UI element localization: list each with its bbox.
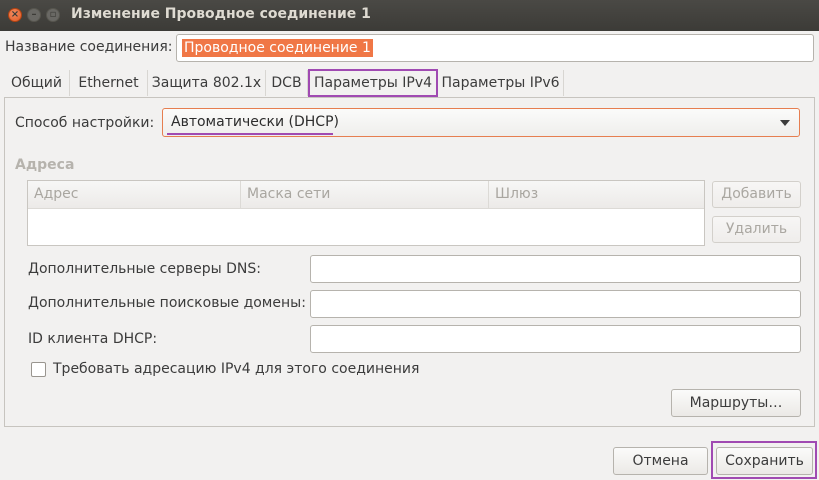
column-header-gateway[interactable]: Шлюз	[489, 181, 704, 208]
tab-ipv6-settings[interactable]: Параметры IPv6	[438, 70, 564, 96]
minimize-icon: –	[31, 9, 37, 20]
dhcp-client-id-input[interactable]	[310, 325, 801, 353]
close-window-button[interactable]: ×	[8, 8, 22, 22]
column-header-address[interactable]: Адрес	[28, 181, 241, 208]
addresses-table[interactable]: Адрес Маска сети Шлюз	[27, 180, 705, 246]
chevron-down-icon	[780, 120, 790, 126]
method-label: Способ настройки:	[15, 115, 155, 131]
addresses-table-header: Адрес Маска сети Шлюз	[28, 181, 704, 209]
addresses-section-title: Адреса	[15, 157, 75, 173]
connection-name-selected-text: Проводное соединение 1	[182, 39, 373, 57]
dns-servers-input[interactable]	[310, 255, 801, 283]
title-bar: × – ▫ Изменение Проводное соединение 1	[0, 0, 819, 31]
close-icon: ×	[10, 9, 20, 20]
dhcp-client-id-label: ID клиента DHCP:	[28, 331, 158, 347]
minimize-window-button[interactable]: –	[27, 8, 41, 22]
connection-name-label: Название соединения:	[5, 39, 173, 55]
search-domains-label: Дополнительные поисковые домены:	[28, 295, 306, 311]
delete-address-button[interactable]: Удалить	[712, 216, 801, 243]
tab-security-8021x[interactable]: Защита 802.1x	[148, 70, 266, 96]
maximize-icon: ▫	[49, 9, 57, 20]
save-button-highlight	[711, 441, 817, 479]
connection-name-input[interactable]: Проводное соединение 1	[176, 34, 814, 62]
add-address-button[interactable]: Добавить	[712, 181, 801, 208]
search-domains-input[interactable]	[310, 290, 801, 318]
method-value-underline	[167, 133, 333, 135]
routes-button[interactable]: Маршруты…	[671, 389, 801, 417]
column-header-netmask[interactable]: Маска сети	[241, 181, 489, 208]
dns-servers-label: Дополнительные серверы DNS:	[28, 261, 261, 277]
tab-general[interactable]: Общий	[4, 70, 70, 96]
require-ipv4-label[interactable]: Требовать адресацию IPv4 для этого соеди…	[53, 361, 419, 377]
require-ipv4-checkbox[interactable]	[31, 362, 46, 377]
tab-ethernet[interactable]: Ethernet	[70, 70, 148, 96]
method-dropdown[interactable]: Автоматически (DHCP)	[162, 108, 800, 137]
method-selected-value: Автоматически (DHCP)	[171, 114, 339, 130]
tab-dcb[interactable]: DCB	[266, 70, 308, 96]
tab-ipv4-settings[interactable]: Параметры IPv4	[308, 69, 438, 97]
window-title: Изменение Проводное соединение 1	[71, 6, 371, 22]
cancel-button[interactable]: Отмена	[613, 447, 708, 475]
maximize-window-button[interactable]: ▫	[46, 8, 60, 22]
